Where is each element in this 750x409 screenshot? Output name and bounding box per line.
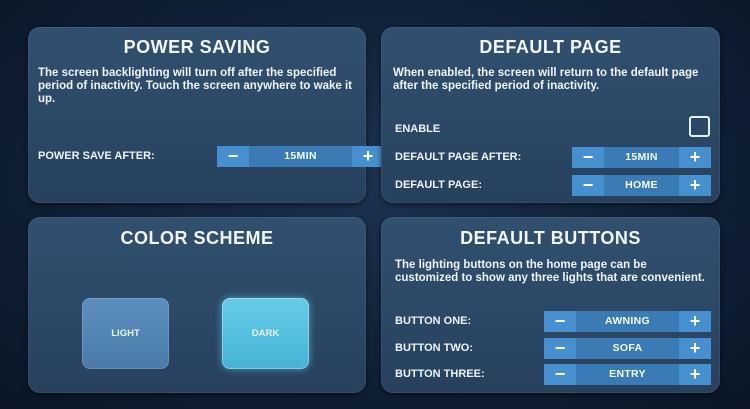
button-one-stepper: − AWNING + (544, 311, 711, 332)
default-buttons-description: The lighting buttons on the home page ca… (395, 259, 705, 284)
default-buttons-panel: DEFAULT BUTTONS The lighting buttons on … (381, 217, 720, 393)
color-scheme-title: COLOR SCHEME (120, 228, 274, 248)
power-save-decrement-button[interactable]: − (217, 146, 249, 167)
default-page-decrement-button[interactable]: − (572, 175, 604, 196)
power-save-after-label: POWER SAVE AFTER: (38, 150, 155, 162)
button-one-decrement-button[interactable]: − (544, 311, 576, 332)
light-scheme-button[interactable]: LIGHT (82, 298, 169, 369)
power-save-after-value: 15MIN (249, 146, 352, 167)
default-page-after-stepper: − 15MIN + (572, 147, 711, 168)
button-two-increment-button[interactable]: + (679, 338, 711, 359)
button-two-value: SOFA (576, 338, 679, 359)
power-saving-panel: POWER SAVING The screen backlighting wil… (28, 27, 384, 203)
button-one-label: BUTTON ONE: (395, 315, 472, 327)
button-three-stepper: − ENTRY + (544, 364, 711, 385)
default-page-panel: DEFAULT PAGE When enabled, the screen wi… (381, 27, 720, 203)
default-page-after-increment-button[interactable]: + (679, 147, 711, 168)
dark-scheme-button[interactable]: DARK (222, 298, 309, 369)
color-scheme-panel: COLOR SCHEME LIGHT DARK (28, 217, 366, 393)
default-page-stepper: − HOME + (572, 175, 711, 196)
default-page-label: DEFAULT PAGE: (395, 179, 482, 191)
enable-label: ENABLE (395, 123, 441, 135)
enable-checkbox[interactable] (689, 116, 710, 137)
default-page-after-decrement-button[interactable]: − (572, 147, 604, 168)
button-three-increment-button[interactable]: + (679, 364, 711, 385)
default-page-title: DEFAULT PAGE (479, 37, 622, 57)
default-page-value: HOME (604, 175, 679, 196)
default-page-after-label: DEFAULT PAGE AFTER: (395, 151, 522, 163)
default-page-increment-button[interactable]: + (679, 175, 711, 196)
default-page-after-value: 15MIN (604, 147, 679, 168)
button-one-increment-button[interactable]: + (679, 311, 711, 332)
power-saving-title: POWER SAVING (123, 37, 271, 57)
button-two-label: BUTTON TWO: (395, 342, 474, 354)
button-two-decrement-button[interactable]: − (544, 338, 576, 359)
button-three-value: ENTRY (576, 364, 679, 385)
default-buttons-title: DEFAULT BUTTONS (460, 228, 641, 248)
button-three-decrement-button[interactable]: − (544, 364, 576, 385)
power-saving-description: The screen backlighting will turn off af… (38, 67, 352, 105)
power-save-after-stepper: − 15MIN + (217, 146, 384, 167)
power-save-increment-button[interactable]: + (352, 146, 384, 167)
button-two-stepper: − SOFA + (544, 338, 711, 359)
default-page-description: When enabled, the screen will return to … (393, 67, 699, 92)
button-one-value: AWNING (576, 311, 679, 332)
button-three-label: BUTTON THREE: (395, 368, 485, 380)
